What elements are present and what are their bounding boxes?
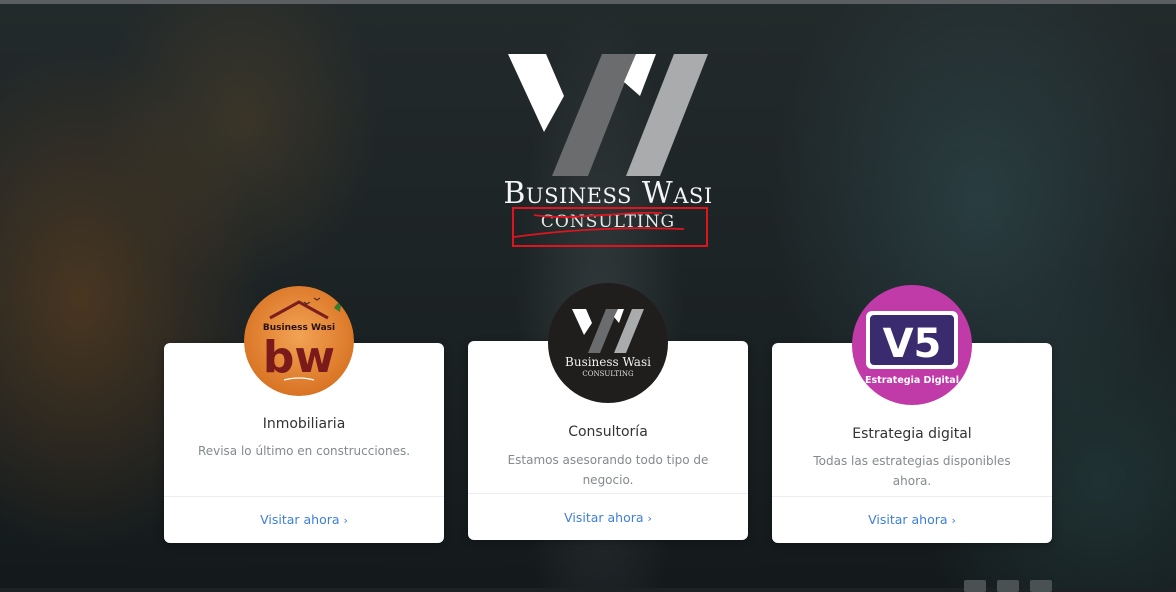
visit-link-label: Visitar ahora	[868, 512, 948, 527]
chevron-right-icon: ›	[343, 514, 348, 527]
visit-link-label: Visitar ahora	[260, 512, 340, 527]
card-divider	[468, 493, 748, 494]
social-icon-button[interactable]	[1030, 580, 1052, 592]
social-icon-button[interactable]	[964, 580, 986, 592]
hero-logo: Business Wasi CONSULTING	[486, 52, 730, 252]
inmobiliaria-logo: Business Wasi bw	[244, 286, 354, 396]
chevron-right-icon: ›	[647, 512, 652, 525]
card-title: Consultoría	[568, 424, 648, 440]
visit-link-inmobiliaria[interactable]: Visitar ahora ›	[164, 512, 444, 527]
card-description: Revisa lo último en construcciones.	[197, 444, 411, 458]
card-description: Estamos asesorando todo tipo de negocio.	[507, 453, 709, 487]
social-icon-button[interactable]	[997, 580, 1019, 592]
visit-link-label: Visitar ahora	[564, 510, 644, 525]
chevron-right-icon: ›	[951, 514, 956, 527]
brand-subtitle: CONSULTING	[540, 212, 676, 232]
card-title: Estrategia digital	[852, 426, 972, 442]
card-divider	[772, 496, 1052, 497]
consultoria-logo: Business Wasi CONSULTING	[548, 283, 668, 403]
browser-top-bar	[0, 0, 1176, 4]
w-monogram-icon	[508, 54, 708, 176]
svg-text:Estrategia Digital: Estrategia Digital	[865, 375, 959, 386]
visit-link-consultoria[interactable]: Visitar ahora ›	[468, 510, 748, 525]
svg-text:Business Wasi: Business Wasi	[565, 355, 651, 369]
svg-text:bw: bw	[263, 332, 335, 383]
card-description: Todas las estrategias disponibles ahora.	[813, 454, 1011, 488]
brand-name: Business Wasi	[503, 176, 713, 211]
card-title: Inmobiliaria	[262, 416, 346, 432]
visit-link-estrategia-digital[interactable]: Visitar ahora ›	[772, 512, 1052, 527]
card-divider	[164, 496, 444, 497]
v5-logo: V5 Estrategia Digital	[852, 285, 972, 405]
svg-text:V5: V5	[883, 321, 942, 367]
svg-text:CONSULTING: CONSULTING	[582, 370, 634, 378]
